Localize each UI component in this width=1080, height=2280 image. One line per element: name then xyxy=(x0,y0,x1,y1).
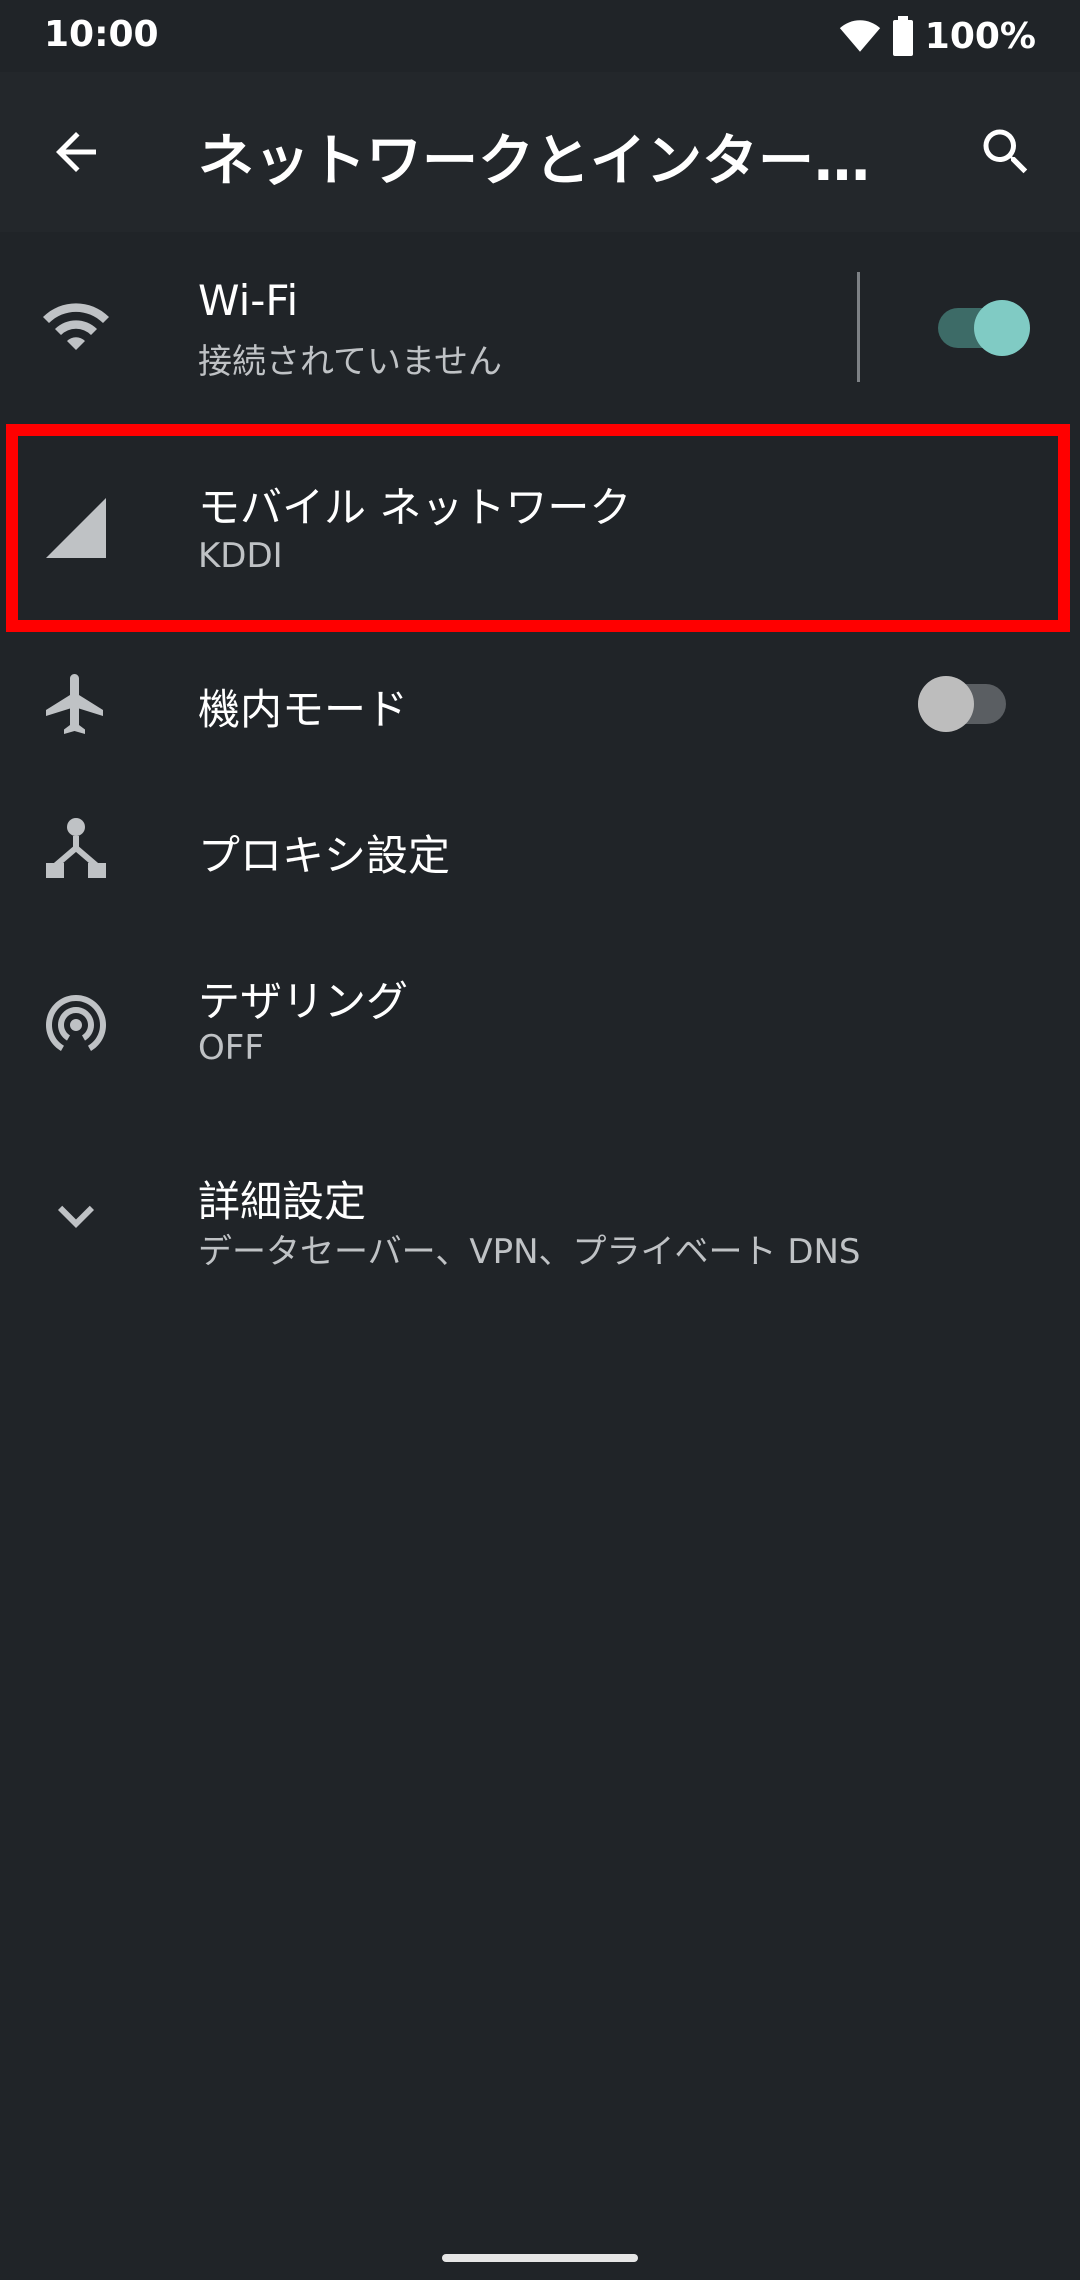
wifi-toggle[interactable] xyxy=(938,300,1030,356)
wifi-row[interactable]: Wi-Fi 接続されていません xyxy=(0,232,1080,420)
wifi-icon xyxy=(43,303,109,350)
advanced-summary: データセーバー、VPN、プライベート DNS xyxy=(198,1232,861,1272)
page-title: ネットワークとインターネット xyxy=(198,129,898,194)
wifi-icon xyxy=(839,20,880,52)
tethering-row[interactable]: テザリング OFF xyxy=(0,926,1080,1112)
proxy-icon xyxy=(46,818,106,878)
wifi-title: Wi-Fi xyxy=(198,276,299,325)
back-arrow-icon[interactable] xyxy=(46,122,106,182)
battery-percent: 100% xyxy=(924,15,1036,57)
status-bar: 10:00 100% xyxy=(0,0,1080,72)
screen: 10:00 100% ネットワークとインターネット Wi-Fi 接続されていませ… xyxy=(0,0,1080,2280)
wifi-status: 接続されていません xyxy=(198,342,502,382)
tethering-status: OFF xyxy=(198,1028,264,1068)
advanced-title: 詳細設定 xyxy=(198,1177,367,1226)
chevron-down-icon xyxy=(58,1205,94,1228)
airplane-icon xyxy=(46,674,103,734)
toggle-thumb xyxy=(974,300,1030,356)
battery-icon xyxy=(892,16,913,56)
tethering-title: テザリング xyxy=(198,977,409,1026)
divider xyxy=(857,272,860,382)
toggle-thumb xyxy=(918,676,974,732)
status-time: 10:00 xyxy=(44,14,159,55)
search-icon[interactable] xyxy=(976,122,1036,182)
airplane-mode-title: 機内モード xyxy=(198,685,409,734)
airplane-mode-row[interactable]: 機内モード xyxy=(0,636,1080,770)
proxy-title: プロキシ設定 xyxy=(198,831,451,880)
status-icons: 100% xyxy=(839,14,1036,58)
highlight-box xyxy=(6,424,1070,632)
hotspot-icon xyxy=(46,995,106,1051)
home-indicator[interactable] xyxy=(442,2254,638,2262)
airplane-mode-toggle[interactable] xyxy=(918,676,1006,732)
app-bar: ネットワークとインターネット xyxy=(0,72,1080,232)
proxy-row[interactable]: プロキシ設定 xyxy=(0,776,1080,922)
advanced-row[interactable]: 詳細設定 データセーバー、VPN、プライベート DNS xyxy=(0,1140,1080,1300)
